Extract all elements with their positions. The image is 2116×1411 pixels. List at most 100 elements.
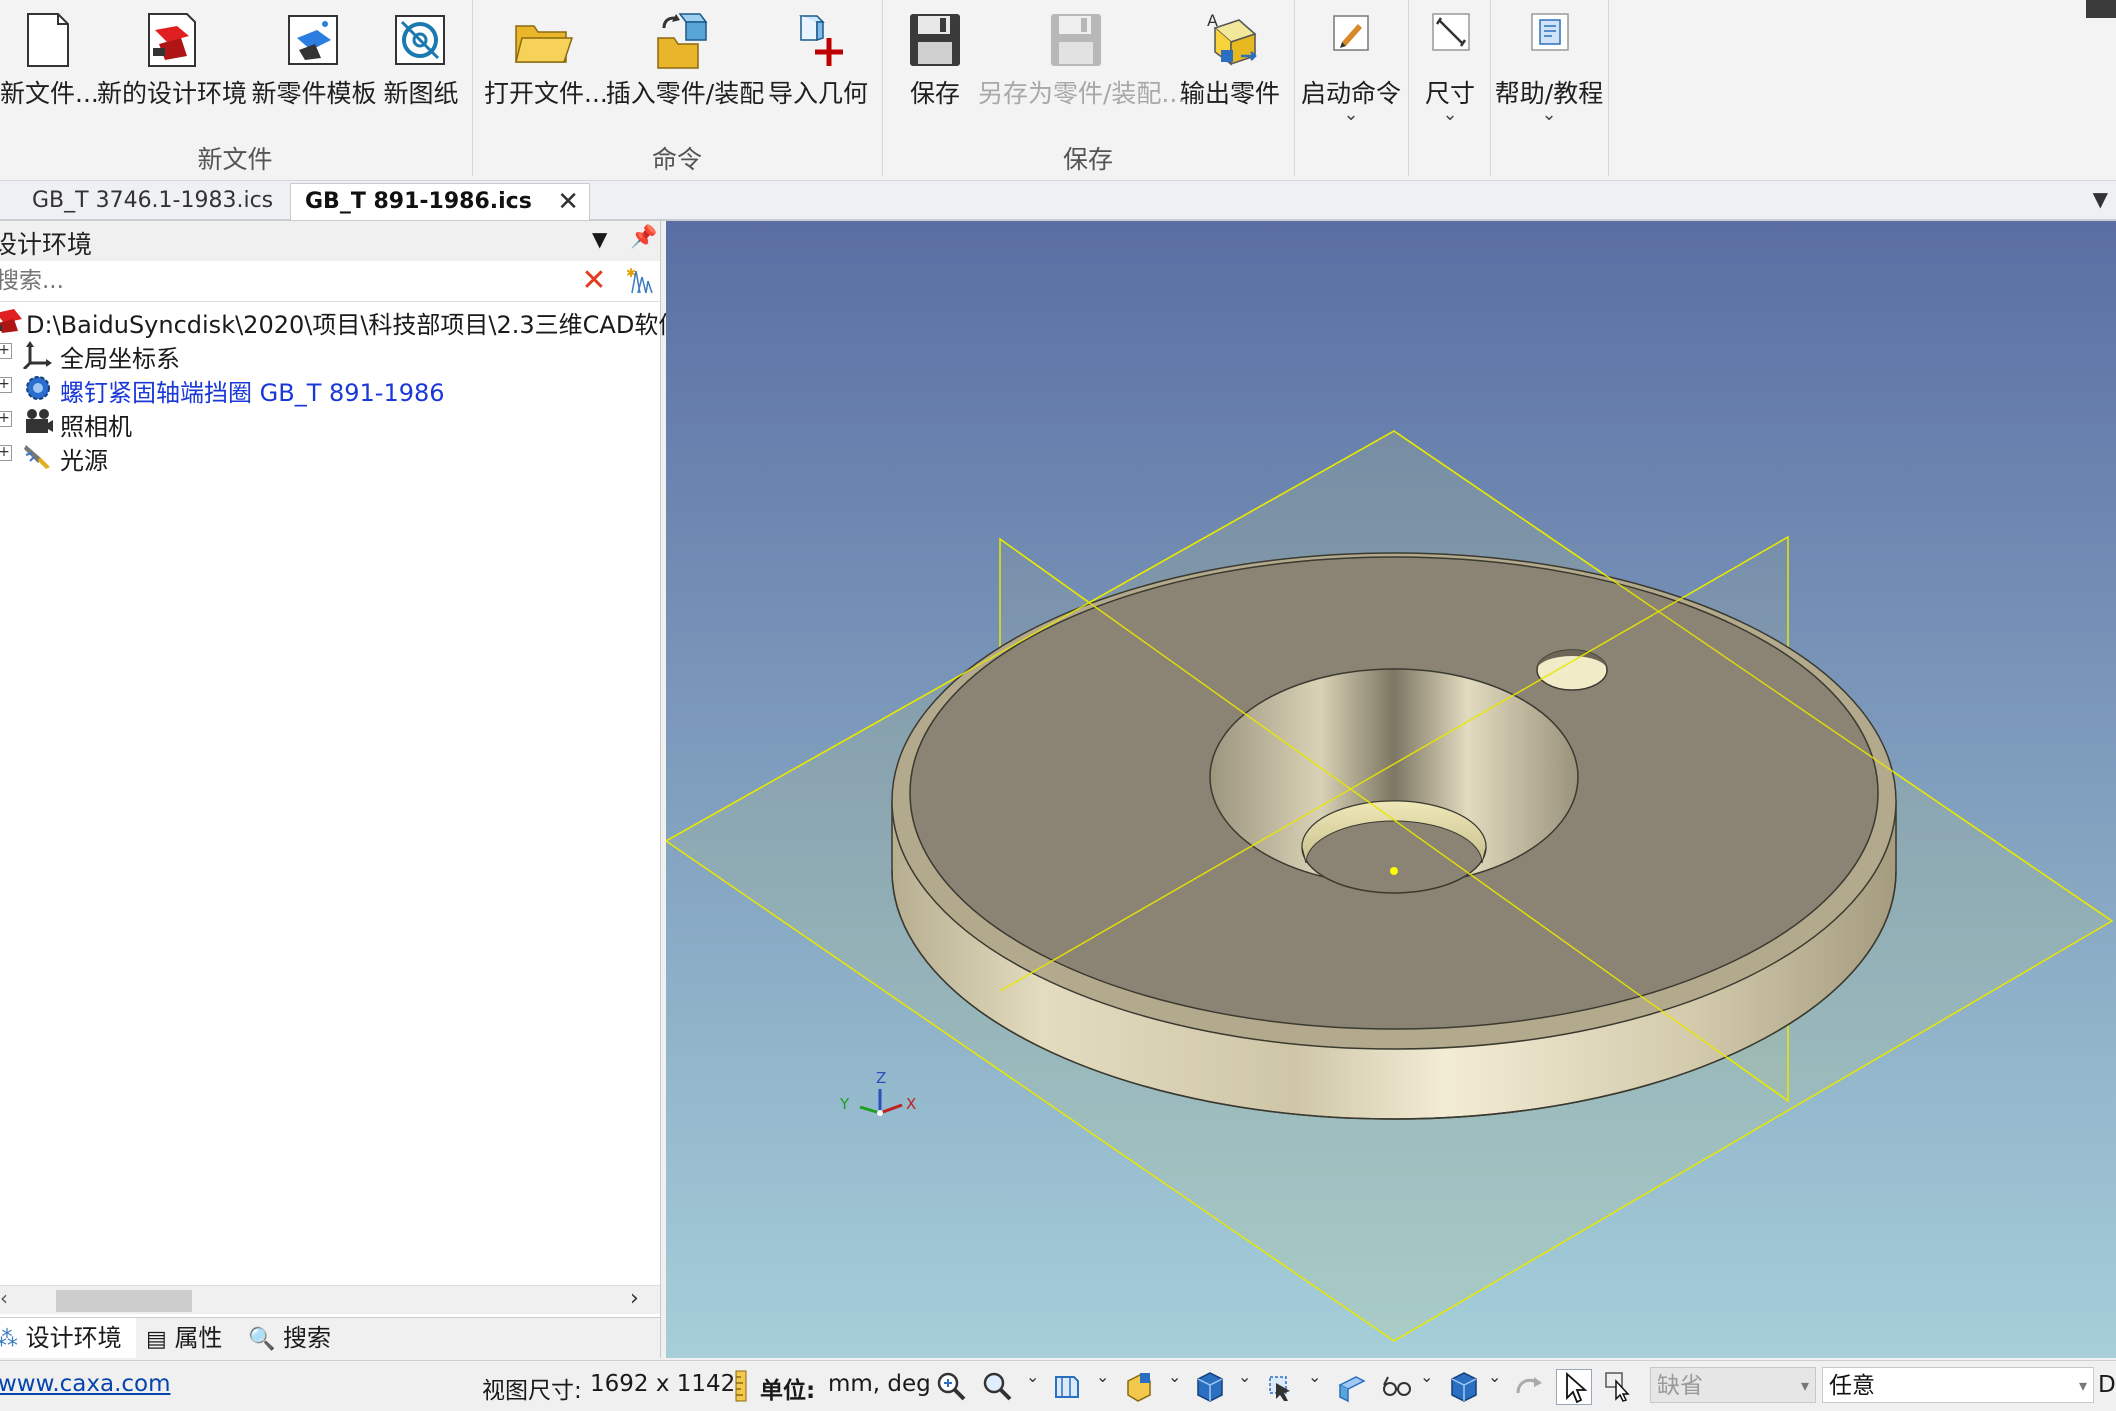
tab-properties[interactable]: ▤ 属性 xyxy=(146,1318,242,1358)
panel-menu-dropdown-icon[interactable]: ▼ xyxy=(592,227,607,251)
import-geometry-button[interactable]: 导入几何 xyxy=(766,0,870,140)
launch-command-button[interactable]: 启动命令 ⌄ xyxy=(1296,0,1406,140)
launch-command-icon xyxy=(1333,15,1369,51)
properties-icon: ▤ xyxy=(146,1327,167,1352)
insert-part-assembly-button[interactable]: 插入零件/装配 xyxy=(604,0,766,140)
group-separator xyxy=(1408,0,1409,176)
folder-open-icon xyxy=(515,25,574,63)
group-title-save: 保存 xyxy=(1062,145,1113,174)
group-title-command: 命令 xyxy=(651,145,702,174)
window-corner-button[interactable] xyxy=(2086,0,2116,18)
select-pointer-icon[interactable] xyxy=(1556,1369,1592,1405)
save-as-part-assembly-button[interactable]: 另存为零件/装配... xyxy=(978,0,1185,140)
tab-design-environment[interactable]: ⁂ 设计环境 xyxy=(0,1318,136,1358)
chevron-down-icon[interactable]: ⌄ xyxy=(1168,1367,1181,1386)
chevron-down-icon[interactable]: ⌄ xyxy=(1308,1367,1321,1386)
filter-tree-icon[interactable]: ✱ xyxy=(622,265,656,297)
help-book-icon xyxy=(1531,13,1569,51)
ruler-units-icon[interactable] xyxy=(724,1369,758,1403)
glasses-view-icon[interactable] xyxy=(1380,1369,1414,1403)
chevron-down-icon[interactable]: ⌄ xyxy=(1026,1367,1039,1386)
tab-list-dropdown-icon[interactable]: ▼ xyxy=(2093,187,2108,211)
scrollbar-thumb[interactable] xyxy=(56,1290,192,1312)
clear-search-icon[interactable]: ✕ xyxy=(576,265,612,297)
axis-label-y: Y xyxy=(839,1095,850,1113)
save-button[interactable]: 保存 xyxy=(894,0,976,140)
box-select-pointer-icon[interactable] xyxy=(1602,1369,1636,1403)
zoom-fit-icon[interactable] xyxy=(934,1369,968,1403)
selection-mode-combo[interactable]: 缺省 ▾ xyxy=(1650,1367,1816,1403)
coordinate-system-icon xyxy=(22,341,52,369)
export-part-icon: A xyxy=(1207,11,1257,66)
new-drawing-button[interactable]: 新图纸 xyxy=(380,0,462,140)
new-file-icon xyxy=(27,13,69,67)
chevron-down-icon: ⌄ xyxy=(1442,104,1458,125)
3d-viewport[interactable]: Z X Y xyxy=(664,221,2116,1358)
dimension-button[interactable]: 尺寸 ⌄ xyxy=(1410,0,1490,140)
search-icon: 🔍 xyxy=(248,1327,276,1352)
expand-icon[interactable]: + xyxy=(0,377,12,393)
chevron-down-icon: ⌄ xyxy=(1343,104,1359,125)
tab-search[interactable]: 🔍 搜索 xyxy=(248,1318,348,1358)
design-environment-icon xyxy=(0,309,22,333)
camera-icon xyxy=(26,409,53,433)
dimension-icon xyxy=(1432,13,1470,51)
chevron-down-icon[interactable]: ⌄ xyxy=(1238,1367,1251,1386)
section-view-icon[interactable] xyxy=(1334,1369,1368,1403)
pick-scope-combo[interactable]: 任意 ▾ xyxy=(1822,1367,2094,1403)
ribbon: 新文件... 新的设计环境 新零件模板 新图纸 新文件 打开文件... 插入零件… xyxy=(0,0,2116,181)
chevron-down-icon: ⌄ xyxy=(1541,104,1557,125)
new-design-environment-button[interactable]: 新的设计环境 xyxy=(96,0,248,140)
help-tutorial-button[interactable]: 帮助/教程 ⌄ xyxy=(1492,0,1606,140)
redo-disabled-icon[interactable] xyxy=(1512,1369,1546,1403)
tree-search-input[interactable] xyxy=(0,264,574,298)
chevron-down-icon[interactable]: ⌄ xyxy=(1096,1367,1109,1386)
pick-filter-icon[interactable] xyxy=(1262,1369,1296,1403)
document-tab-gb-t-3746[interactable]: GB_T 3746.1-1983.ics xyxy=(18,183,302,219)
insert-part-icon xyxy=(657,13,708,69)
render-mode-icon[interactable] xyxy=(1122,1369,1156,1403)
zoom-icon[interactable] xyxy=(980,1369,1014,1403)
group-separator xyxy=(882,0,883,176)
pin-icon[interactable]: 📌 xyxy=(630,225,657,250)
origin-point[interactable] xyxy=(1390,867,1398,875)
panel-title: 设计环境 xyxy=(0,230,93,259)
chevron-down-icon[interactable]: ⌄ xyxy=(1488,1367,1501,1386)
group-separator xyxy=(1608,0,1609,176)
close-tab-icon[interactable]: ✕ xyxy=(557,184,579,220)
design-tree-icon: ⁂ xyxy=(0,1327,18,1352)
view-orientation-icon[interactable] xyxy=(1050,1369,1084,1403)
new-file-button[interactable]: 新文件... xyxy=(0,0,99,140)
horizontal-scrollbar[interactable]: ‹ › xyxy=(0,1285,660,1314)
floppy-disk-disabled-icon xyxy=(1051,14,1101,66)
export-part-button[interactable]: A 输出零件 xyxy=(1176,0,1284,140)
view-size-label: 视图尺寸: xyxy=(482,1378,582,1404)
axis-label-z: Z xyxy=(876,1069,886,1087)
washer-part[interactable] xyxy=(891,552,1897,1120)
document-tab-gb-t-891[interactable]: GB_T 891-1986.ics ✕ xyxy=(290,183,590,220)
open-file-button[interactable]: 打开文件... xyxy=(484,0,608,140)
display-mode-cube-icon[interactable] xyxy=(1192,1369,1226,1403)
view-size-value: 1692 x 1142 xyxy=(590,1371,736,1397)
part-template-icon xyxy=(288,15,338,65)
chevron-down-icon[interactable]: ⌄ xyxy=(1420,1367,1433,1386)
new-part-template-button[interactable]: 新零件模板 xyxy=(250,0,378,140)
panel-bottom-tabs: ⁂ 设计环境 ▤ 属性 🔍 搜索 xyxy=(0,1317,660,1358)
expand-icon[interactable]: + xyxy=(0,445,12,461)
group-separator xyxy=(1294,0,1295,176)
group-separator xyxy=(1490,0,1491,176)
expand-icon[interactable]: + xyxy=(0,411,12,427)
scroll-left-icon[interactable]: ‹ xyxy=(0,1286,8,1310)
expand-icon[interactable]: + xyxy=(0,343,12,359)
panel-search-row: ✕ ✱ xyxy=(0,261,660,302)
caxa-website-link[interactable]: www.caxa.com xyxy=(0,1371,171,1397)
group-separator xyxy=(472,0,473,176)
extra-combo[interactable]: D xyxy=(2098,1367,2116,1403)
scroll-right-icon[interactable]: › xyxy=(630,1286,639,1311)
standard-view-cube-icon[interactable] xyxy=(1446,1369,1480,1403)
3d-scene[interactable]: Z X Y xyxy=(664,221,2116,1358)
light-source-icon xyxy=(24,445,50,469)
import-geometry-icon xyxy=(799,15,843,66)
design-environment-panel: 设计环境 ▼ 📌 ✕ ✱ D:\BaiduSyncdisk\2020\项目\科技… xyxy=(0,221,682,1358)
axis-label-x: X xyxy=(906,1095,916,1113)
